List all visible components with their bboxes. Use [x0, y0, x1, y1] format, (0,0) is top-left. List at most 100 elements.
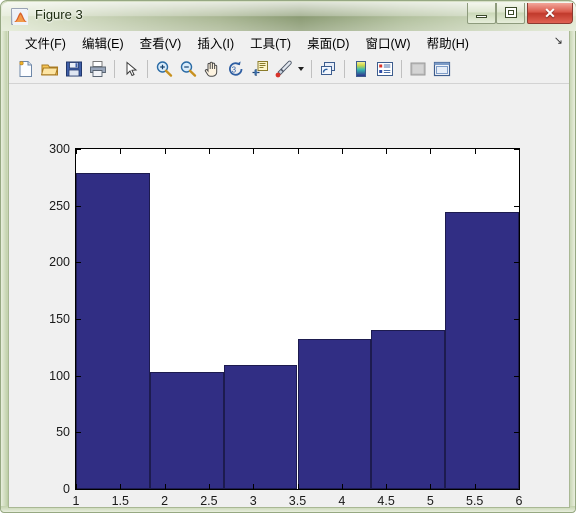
y-axis-tick-mark: [76, 262, 81, 264]
x-axis-tick-mark: [386, 484, 388, 489]
x-axis-tick-label: 4: [338, 494, 346, 508]
svg-text:3: 3: [232, 65, 237, 74]
histogram-bar[interactable]: [371, 330, 446, 489]
maximize-icon: [505, 7, 517, 18]
x-axis-tick-mark: [76, 149, 77, 154]
x-axis-tick-mark: [208, 149, 210, 154]
histogram-bar[interactable]: [445, 212, 519, 489]
x-axis-tick-mark: [519, 149, 520, 154]
minimize-icon: [476, 15, 487, 18]
close-icon: ✕: [544, 5, 556, 21]
new-figure-icon[interactable]: [14, 57, 38, 81]
x-axis-tick-mark: [164, 149, 166, 154]
y-axis-tick-mark: [514, 375, 519, 377]
x-axis-tick-mark: [430, 484, 432, 489]
y-axis-tick-mark: [514, 489, 519, 490]
brush-icon[interactable]: [272, 57, 296, 81]
zoom-out-icon[interactable]: [176, 57, 200, 81]
x-axis-tick-label: 3.5: [288, 494, 307, 508]
data-cursor-icon[interactable]: [248, 57, 272, 81]
zoom-in-icon[interactable]: [152, 57, 176, 81]
open-file-icon[interactable]: [38, 57, 62, 81]
y-axis-tick-label: 0: [63, 482, 70, 496]
brush-dropdown-arrow[interactable]: [296, 57, 307, 81]
hide-plot-tools-icon[interactable]: [406, 57, 430, 81]
x-axis-tick-label: 1.5: [111, 494, 129, 508]
menu-overflow-arrow-icon[interactable]: ↘: [554, 36, 563, 47]
y-axis-tick-label: 250: [49, 198, 70, 213]
histogram-bar[interactable]: [223, 365, 298, 489]
window-title: Figure 3: [35, 7, 83, 22]
pan-icon[interactable]: [200, 57, 224, 81]
insert-legend-icon[interactable]: [373, 57, 397, 81]
y-axis-tick-mark: [76, 432, 81, 434]
x-axis-tick-mark: [297, 484, 299, 489]
x-axis-tick-mark: [164, 484, 166, 489]
edit-plot-arrow-icon[interactable]: [119, 57, 143, 81]
histogram-bar[interactable]: [149, 372, 224, 489]
x-axis-tick-label: 5.5: [465, 494, 484, 508]
show-plot-tools-icon[interactable]: [430, 57, 454, 81]
x-axis-tick-mark: [253, 149, 255, 154]
x-axis-tick-mark: [76, 484, 77, 489]
matlab-membrane-icon: [11, 8, 28, 25]
save-figure-icon[interactable]: [62, 57, 86, 81]
x-axis-tick-label: 2.5: [200, 494, 218, 508]
y-axis-tick-mark: [76, 205, 81, 207]
y-axis-tick-mark: [514, 262, 519, 264]
x-axis-tick-mark: [341, 149, 343, 154]
window-left-edge: [1, 1, 7, 512]
minimize-button[interactable]: [467, 3, 496, 24]
figure-canvas[interactable]: 0 50 100 150 200 250 300 1 1.5 2 2.5 3 3.5 4 4.5 5 5.5 6: [9, 84, 569, 508]
y-axis-tick-mark: [514, 319, 519, 320]
y-axis-tick-mark: [514, 205, 519, 207]
histogram-bar[interactable]: [297, 339, 372, 489]
y-axis-tick-mark: [76, 319, 81, 320]
maximize-button[interactable]: [496, 3, 525, 24]
menu-tools[interactable]: 工具(T): [242, 30, 299, 56]
x-axis-tick-mark: [519, 484, 520, 489]
x-axis-tick-mark: [474, 149, 476, 154]
y-axis-tick-label: 50: [56, 425, 70, 440]
x-axis-tick-mark: [430, 149, 432, 154]
x-axis-tick-label: 2: [161, 494, 169, 508]
menu-edit[interactable]: 编辑(E): [74, 30, 132, 56]
x-axis-tick-mark: [120, 484, 122, 489]
x-axis-tick-label: 6: [515, 494, 523, 508]
close-button[interactable]: ✕: [527, 3, 573, 24]
x-axis-tick-label: 4.5: [377, 494, 395, 508]
y-axis-tick-mark: [76, 375, 81, 377]
menu-window[interactable]: 窗口(W): [357, 30, 418, 56]
y-axis-tick-label: 200: [49, 255, 70, 270]
x-axis-tick-mark: [341, 484, 343, 489]
x-axis-tick-mark: [208, 484, 210, 489]
title-bar[interactable]: Figure 3 ✕: [2, 2, 576, 31]
toolbar-separator: [344, 60, 345, 78]
axes-plot-area[interactable]: 0 50 100 150 200 250 300 1 1.5 2 2.5 3 3.5 4 4.5 5 5.5 6: [49, 142, 522, 508]
x-axis-tick-label: 3: [249, 494, 257, 508]
x-axis-tick-label: 5: [426, 494, 434, 508]
link-plot-icon[interactable]: [316, 57, 340, 81]
client-area: 文件(F) 编辑(E) 查看(V) 插入(I) 工具(T) 桌面(D) 窗口(W…: [8, 31, 570, 508]
menu-insert[interactable]: 插入(I): [189, 30, 242, 56]
menu-bar: 文件(F) 编辑(E) 查看(V) 插入(I) 工具(T) 桌面(D) 窗口(W…: [9, 31, 569, 56]
menu-file[interactable]: 文件(F): [17, 30, 74, 56]
x-axis-tick-mark: [474, 484, 476, 489]
menu-desktop[interactable]: 桌面(D): [299, 30, 357, 56]
menu-help[interactable]: 帮助(H): [419, 30, 477, 56]
toolbar-separator: [114, 60, 115, 78]
print-figure-icon[interactable]: [86, 57, 110, 81]
toolbar-separator: [401, 60, 402, 78]
menu-view[interactable]: 查看(V): [132, 30, 190, 56]
histogram-bar[interactable]: [76, 172, 150, 489]
toolbar-separator: [311, 60, 312, 78]
rotate-3d-icon[interactable]: 3: [224, 57, 248, 81]
insert-colorbar-icon[interactable]: [349, 57, 373, 81]
toolbar: 3: [9, 55, 569, 84]
x-axis-tick-mark: [386, 149, 388, 154]
y-axis-tick-label: 300: [49, 142, 70, 156]
y-axis-tick-mark: [514, 432, 519, 434]
y-axis-tick-label: 150: [49, 312, 70, 326]
x-axis-tick-mark: [120, 149, 122, 154]
x-axis-tick-mark: [253, 484, 255, 489]
